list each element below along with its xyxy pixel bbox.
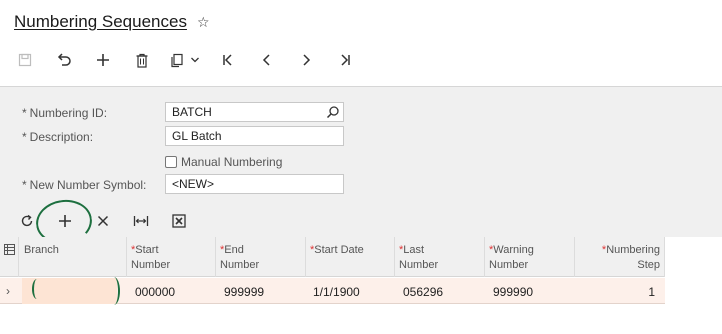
star-icon[interactable]: ☆ <box>197 14 210 31</box>
title-bar: Numbering Sequences ☆ <box>14 10 210 34</box>
add-row-button[interactable] <box>52 208 78 234</box>
checkbox[interactable] <box>165 156 177 168</box>
clipboard-icon <box>171 53 183 67</box>
column-header-start-date[interactable]: *Start Date <box>306 237 395 277</box>
first-icon <box>223 54 232 66</box>
chevron-down-icon <box>191 57 199 63</box>
column-header-start-number[interactable]: *Start Number <box>127 237 216 277</box>
numbering-step-cell[interactable]: 1 <box>575 278 661 304</box>
column-header-warning-number[interactable]: *Warning Number <box>485 237 575 277</box>
first-record-button[interactable] <box>215 47 241 73</box>
new-number-symbol-label: * New Number Symbol: <box>22 178 147 192</box>
close-icon <box>97 215 109 227</box>
undo-button[interactable] <box>51 47 77 73</box>
save-button[interactable] <box>12 47 38 73</box>
branch-cell[interactable] <box>22 278 117 304</box>
numbering-id-field[interactable]: BATCH <box>165 102 344 122</box>
grid-header: Branch *Start Number *End Number *Start Da… <box>0 237 665 277</box>
manual-numbering-checkbox[interactable]: Manual Numbering <box>165 154 282 170</box>
plus-icon <box>59 215 71 227</box>
table-row[interactable]: › 000000 999999 1/1/1900 056296 999990 1 <box>0 278 665 304</box>
fit-columns-button[interactable] <box>128 208 154 234</box>
column-header-last-number[interactable]: *Last Number <box>395 237 485 277</box>
grid-toolbar <box>14 208 205 234</box>
description-label: * Description: <box>22 130 94 144</box>
column-header-branch[interactable]: Branch <box>20 237 127 277</box>
end-number-cell[interactable]: 999999 <box>218 278 306 304</box>
plus-icon <box>97 54 109 66</box>
undo-icon <box>57 53 71 66</box>
new-number-symbol-field[interactable]: <NEW> <box>165 174 344 194</box>
export-excel-button[interactable] <box>166 208 192 234</box>
copy-paste-button[interactable] <box>168 47 202 73</box>
column-header-numbering-step[interactable]: *Numbering Step <box>575 237 665 277</box>
next-icon <box>303 54 311 66</box>
data-grid: Branch *Start Number *End Number *Start Da… <box>0 237 722 334</box>
table-icon <box>3 244 15 255</box>
delete-button[interactable] <box>129 47 155 73</box>
row-selector-icon[interactable]: › <box>6 284 10 298</box>
manual-numbering-label: Manual Numbering <box>181 155 283 169</box>
refresh-icon <box>21 214 33 227</box>
save-icon <box>18 53 32 67</box>
page-title[interactable]: Numbering Sequences <box>14 12 187 32</box>
refresh-button[interactable] <box>14 208 40 234</box>
last-record-button[interactable] <box>332 47 358 73</box>
excel-icon <box>172 214 186 228</box>
delete-row-button[interactable] <box>90 208 116 234</box>
trash-icon <box>136 53 148 68</box>
main-toolbar <box>12 46 371 74</box>
previous-record-button[interactable] <box>254 47 280 73</box>
last-icon <box>341 54 350 66</box>
add-button[interactable] <box>90 47 116 73</box>
search-icon[interactable] <box>326 105 340 119</box>
start-number-cell[interactable]: 000000 <box>129 278 216 304</box>
start-date-cell[interactable]: 1/1/1900 <box>307 278 395 304</box>
fit-columns-icon <box>133 216 149 226</box>
last-number-cell[interactable]: 056296 <box>397 278 485 304</box>
numbering-id-label: * Numbering ID: <box>22 106 108 120</box>
warning-number-cell[interactable]: 999990 <box>487 278 575 304</box>
column-header-end-number[interactable]: *End Number <box>216 237 306 277</box>
description-field[interactable]: GL Batch <box>165 126 344 146</box>
previous-icon <box>262 54 270 66</box>
table-settings-cell[interactable] <box>0 237 19 277</box>
next-record-button[interactable] <box>293 47 319 73</box>
